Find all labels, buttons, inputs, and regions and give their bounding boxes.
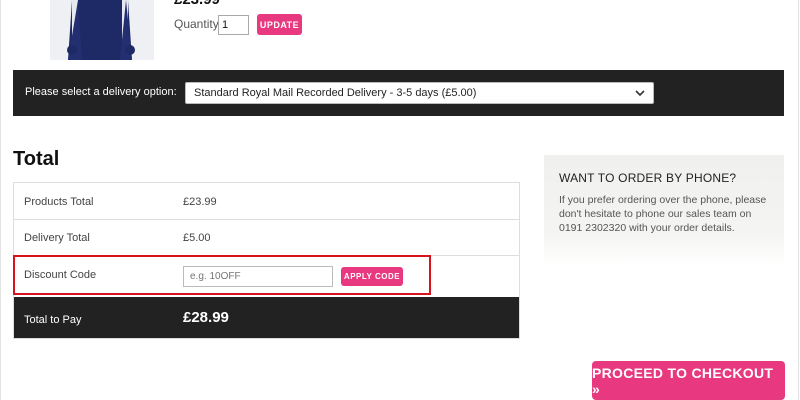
delivery-label: Please select a delivery option:: [25, 86, 177, 98]
page-edge: [0, 0, 1, 400]
product-price: £23.99: [174, 0, 220, 8]
delivery-total-label: Delivery Total: [24, 232, 90, 244]
quantity-label: Quantity: [174, 17, 219, 31]
phone-order-title: WANT TO ORDER BY PHONE?: [559, 171, 737, 185]
products-total-label: Products Total: [24, 196, 94, 208]
total-to-pay-value: £28.99: [183, 309, 229, 326]
update-button[interactable]: UPDATE: [257, 14, 302, 35]
delivery-bar: Please select a delivery option: Standar…: [13, 70, 784, 116]
table-row: Delivery Total £5.00: [14, 220, 519, 256]
discount-highlight-box: [13, 255, 431, 295]
delivery-select[interactable]: Standard Royal Mail Recorded Delivery - …: [185, 82, 654, 104]
proceed-to-checkout-button[interactable]: PROCEED TO CHECKOUT »: [592, 361, 785, 400]
total-to-pay-label: Total to Pay: [24, 314, 82, 326]
delivery-total-value: £5.00: [183, 232, 211, 244]
product-image[interactable]: [50, 0, 154, 60]
page-edge: [798, 0, 799, 400]
phone-order-box: WANT TO ORDER BY PHONE? If you prefer or…: [544, 155, 784, 267]
chevron-down-icon: [633, 86, 647, 100]
delivery-selected-option: Standard Royal Mail Recorded Delivery - …: [194, 87, 477, 99]
total-heading: Total: [13, 148, 60, 170]
table-row: Products Total £23.99: [14, 183, 519, 220]
total-to-pay-row: Total to Pay £28.99: [14, 297, 519, 338]
phone-order-text: If you prefer ordering over the phone, p…: [559, 194, 767, 234]
quantity-input[interactable]: [218, 15, 249, 35]
products-total-value: £23.99: [183, 196, 217, 208]
